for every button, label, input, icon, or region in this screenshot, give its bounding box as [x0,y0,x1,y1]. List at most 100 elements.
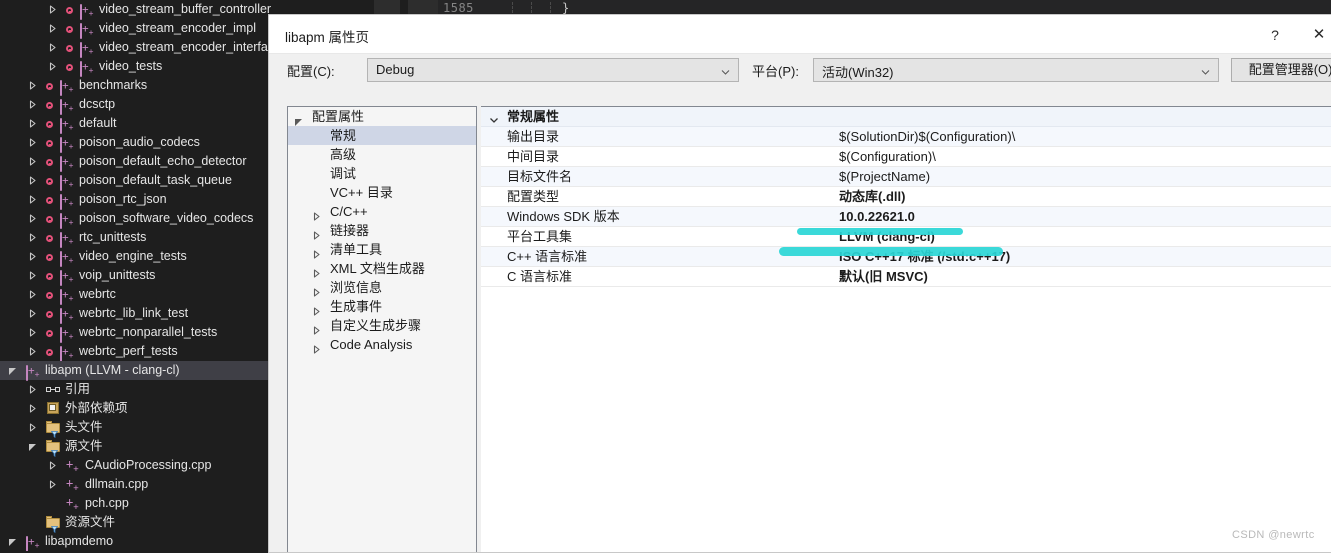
solution-explorer-panel[interactable]: ++ video_stream_buffer_controller ++ video_… [0,0,272,551]
chevron-down-icon[interactable] [8,366,17,375]
solution-tree-item[interactable]: ++ poison_audio_codecs [0,133,272,153]
config-manager-button[interactable]: 配置管理器(O)... [1231,58,1331,82]
chevron-right-icon[interactable] [48,62,57,71]
chevron-right-icon[interactable] [312,302,321,316]
chevron-right-icon[interactable] [28,233,37,242]
property-row[interactable]: 中间目录 $(Configuration)\ [481,147,1331,167]
chevron-right-icon[interactable] [28,195,37,204]
solution-tree-item[interactable]: ++ libapm (LLVM - clang-cl) [0,361,272,381]
solution-tree-item[interactable]: ++ libapmdemo [0,532,272,551]
solution-tree-item[interactable]: ++ rtc_unittests [0,228,272,248]
solution-tree-item[interactable]: ++ video_stream_encoder_impl [0,19,272,39]
chevron-right-icon[interactable] [28,176,37,185]
solution-tree-item[interactable]: 外部依赖项 [0,399,272,418]
chevron-right-icon[interactable] [28,119,37,128]
chevron-down-icon[interactable] [489,112,499,123]
chevron-right-icon[interactable] [312,283,321,297]
solution-tree-item[interactable]: ++ default [0,114,272,134]
chevron-right-icon[interactable] [28,81,37,90]
config-category-item[interactable]: C/C++ [288,202,476,221]
configuration-category-tree[interactable]: 配置属性 常规 高级 调试 VC++ 目录 C/C++ 链接器 清单工具 XML 文档生成器 浏览… [287,106,477,552]
chevron-right-icon[interactable] [28,309,37,318]
property-value[interactable]: 10.0.22621.0 [839,207,915,226]
solution-tree-item[interactable]: 头文件 [0,418,272,439]
chevron-right-icon[interactable] [28,252,37,261]
chevron-right-icon[interactable] [28,100,37,109]
config-category-item[interactable]: 配置属性 [288,107,476,126]
solution-tree-item[interactable]: 引用 [0,380,272,399]
chevron-right-icon[interactable] [28,157,37,166]
solution-tree-item[interactable]: ++ video_tests [0,57,272,77]
chevron-right-icon[interactable] [28,423,37,432]
chevron-right-icon[interactable] [312,207,321,221]
chevron-right-icon[interactable] [28,290,37,299]
chevron-right-icon[interactable] [312,226,321,240]
chevron-right-icon[interactable] [312,321,321,335]
solution-tree-item[interactable]: ++ voip_unittests [0,266,272,286]
property-value[interactable]: 动态库(.dll) [839,187,905,206]
solution-tree-item[interactable]: ++ CAudioProcessing.cpp [0,456,272,475]
chevron-right-icon[interactable] [28,271,37,280]
chevron-right-icon[interactable] [28,404,37,413]
config-category-item[interactable]: 自定义生成步骤 [288,316,476,335]
chevron-right-icon[interactable] [48,461,57,470]
solution-tree[interactable]: ++ video_stream_buffer_controller ++ video_… [0,0,272,551]
help-icon[interactable]: ? [1259,24,1291,46]
config-category-item[interactable]: 浏览信息 [288,278,476,297]
config-category-item[interactable]: 链接器 [288,221,476,240]
solution-tree-item[interactable]: ++ video_stream_encoder_interface [0,38,272,58]
property-row[interactable]: 输出目录 $(SolutionDir)$(Configuration)\ [481,127,1331,147]
config-category-item[interactable]: 常规 [288,126,476,145]
property-row[interactable]: Windows SDK 版本 10.0.22621.0 [481,207,1331,227]
close-icon[interactable]: ✕ [1303,24,1331,46]
solution-tree-item[interactable]: 源文件 [0,437,272,458]
configuration-select[interactable]: Debug [367,58,739,82]
solution-tree-item[interactable]: ++ poison_rtc_json [0,190,272,210]
solution-tree-item[interactable]: ++ poison_software_video_codecs [0,209,272,229]
config-category-item[interactable]: 生成事件 [288,297,476,316]
chevron-right-icon[interactable] [48,480,57,489]
chevron-right-icon[interactable] [28,138,37,147]
solution-tree-item[interactable]: ++ poison_default_task_queue [0,171,272,191]
property-value[interactable]: $(ProjectName) [839,167,930,186]
solution-tree-item[interactable]: ++ webrtc_lib_link_test [0,304,272,324]
platform-select[interactable]: 活动(Win32) [813,58,1219,82]
property-value[interactable]: $(Configuration)\ [839,147,936,166]
solution-tree-item[interactable]: ++ webrtc_perf_tests [0,342,272,362]
solution-tree-item[interactable]: ++ poison_default_echo_detector [0,152,272,172]
chevron-right-icon[interactable] [48,24,57,33]
chevron-right-icon[interactable] [312,264,321,278]
property-grid[interactable]: 常规属性 输出目录 $(SolutionDir)$(Configuration)\ 中… [481,106,1331,552]
config-category-item[interactable]: 高级 [288,145,476,164]
solution-tree-item[interactable]: ++ dllmain.cpp [0,475,272,494]
property-row[interactable]: C 语言标准 默认(旧 MSVC) [481,267,1331,287]
chevron-right-icon[interactable] [48,5,57,14]
solution-tree-item[interactable]: ++ video_engine_tests [0,247,272,267]
chevron-right-icon[interactable] [48,43,57,52]
solution-tree-item[interactable]: ++ benchmarks [0,76,272,96]
chevron-down-icon[interactable] [8,537,17,546]
config-category-item[interactable]: VC++ 目录 [288,183,476,202]
config-category-item[interactable]: Code Analysis [288,335,476,354]
solution-tree-item[interactable]: ++ webrtc [0,285,272,305]
property-group-header[interactable]: 常规属性 [481,107,1331,127]
property-value[interactable]: $(SolutionDir)$(Configuration)\ [839,127,1015,146]
chevron-down-icon[interactable] [28,442,37,451]
solution-tree-item[interactable]: ++ webrtc_nonparallel_tests [0,323,272,343]
property-value[interactable]: 默认(旧 MSVC) [839,267,928,286]
property-row[interactable]: 配置类型 动态库(.dll) [481,187,1331,207]
solution-tree-item[interactable]: ++ video_stream_buffer_controller [0,0,272,20]
chevron-right-icon[interactable] [28,214,37,223]
solution-tree-item[interactable]: ++ dcsctp [0,95,272,115]
config-category-item[interactable]: 清单工具 [288,240,476,259]
chevron-right-icon[interactable] [28,385,37,394]
chevron-right-icon[interactable] [28,328,37,337]
chevron-right-icon[interactable] [312,245,321,259]
property-row[interactable]: 目标文件名 $(ProjectName) [481,167,1331,187]
chevron-right-icon[interactable] [312,340,321,354]
solution-tree-item[interactable]: ++ pch.cpp [0,494,272,513]
chevron-right-icon[interactable] [28,347,37,356]
solution-tree-item[interactable]: 资源文件 [0,513,272,534]
config-category-item[interactable]: 调试 [288,164,476,183]
chevron-down-icon[interactable] [294,112,303,126]
